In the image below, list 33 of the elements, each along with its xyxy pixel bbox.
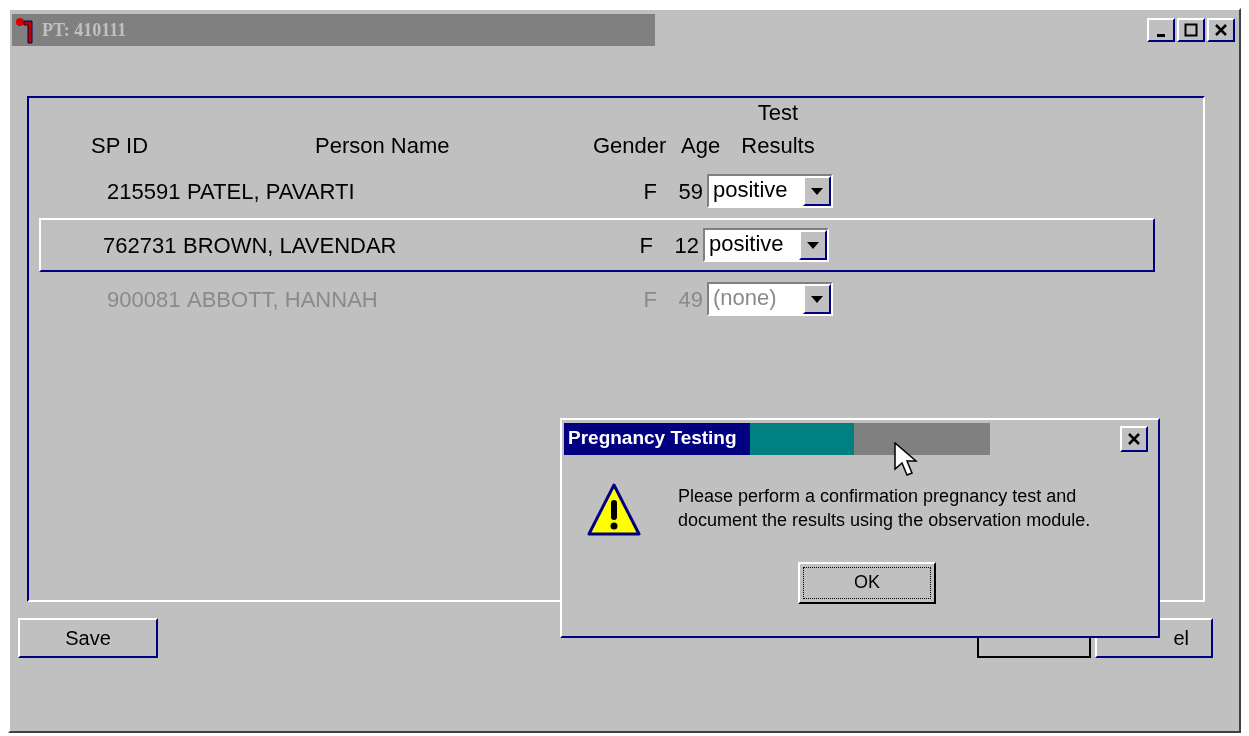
table-cell-text: F bbox=[642, 177, 657, 206]
column-header: Person Name bbox=[315, 132, 451, 160]
column-header: Age bbox=[681, 132, 722, 160]
mouse-pointer-icon bbox=[894, 442, 920, 478]
table-cell-text: 12 bbox=[673, 231, 700, 260]
maximize-button[interactable] bbox=[1177, 18, 1205, 42]
minimize-button[interactable] bbox=[1147, 18, 1175, 42]
warning-icon bbox=[586, 482, 642, 538]
table-cell-text: 59 bbox=[677, 177, 704, 206]
maximize-icon bbox=[1184, 23, 1198, 37]
table-row[interactable]: 762731 BROWN, LAVENDAR F 12 positive bbox=[39, 218, 1155, 272]
table-cell-text: F bbox=[638, 231, 653, 260]
dialog-title: Pregnancy Testing bbox=[568, 427, 737, 449]
table-row[interactable]: 215591 PATEL, PAVARTI F 59 positive bbox=[43, 164, 1153, 218]
window-title: PT: 410111 bbox=[42, 18, 127, 42]
table-cell-text: 215591 bbox=[107, 177, 182, 206]
minimize-icon bbox=[1157, 33, 1165, 37]
close-icon bbox=[1127, 432, 1141, 446]
result-dropdown[interactable]: positive bbox=[707, 174, 833, 208]
column-header: Test bbox=[757, 99, 799, 127]
close-button[interactable] bbox=[1120, 426, 1148, 452]
close-button[interactable] bbox=[1207, 18, 1235, 42]
dialog-message: Please perform a confirmation pregnancy test and document the results using the observation module. bbox=[678, 485, 1092, 532]
table-cell-text: BROWN, LAVENDAR bbox=[183, 231, 398, 260]
result-dropdown[interactable]: positive bbox=[703, 228, 829, 262]
ok-button[interactable]: OK bbox=[798, 562, 936, 604]
column-header: Gender bbox=[593, 132, 668, 160]
table-cell-text: 762731 bbox=[103, 231, 178, 260]
column-header: SP ID bbox=[91, 132, 150, 160]
column-header: Results bbox=[741, 132, 815, 160]
save-button[interactable]: Save bbox=[18, 618, 158, 658]
table-cell-text: PATEL, PAVARTI bbox=[187, 177, 356, 206]
close-icon bbox=[1214, 23, 1228, 37]
